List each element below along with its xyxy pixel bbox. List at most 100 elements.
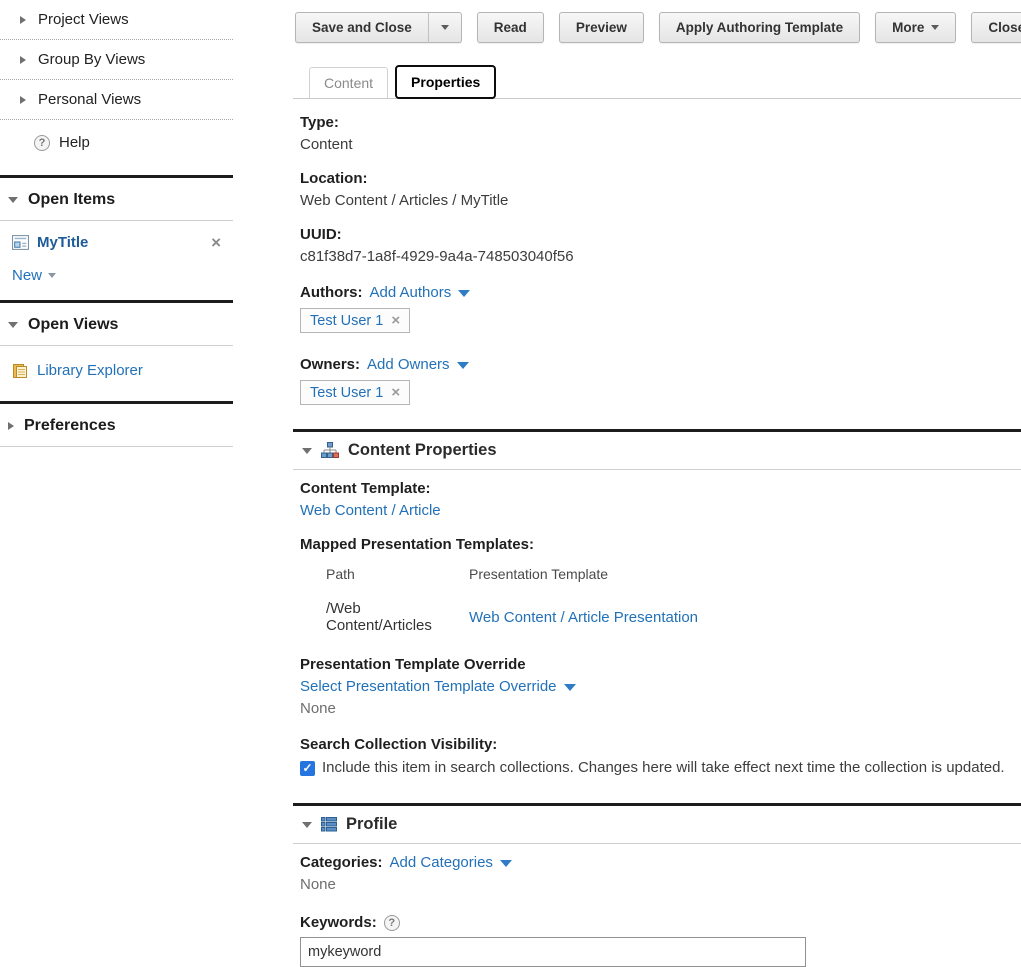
profile-list-icon <box>321 817 337 832</box>
divider <box>0 446 233 447</box>
sidebar-item-help[interactable]: ? Help <box>0 120 235 175</box>
mapped-templates-label: Mapped Presentation Templates: <box>300 534 1021 556</box>
tab-content[interactable]: Content <box>309 67 388 98</box>
table-row: /Web Content/Articles Web Content / Arti… <box>326 590 698 638</box>
mapped-templates-field: Mapped Presentation Templates: Path Pres… <box>300 534 1021 638</box>
sidebar: Project Views Group By Views Personal Vi… <box>0 0 235 923</box>
override-value: None <box>300 698 1021 720</box>
preview-button[interactable]: Preview <box>559 12 644 43</box>
section-title: Open Views <box>28 316 118 334</box>
author-chip: Test User 1 × <box>300 308 410 333</box>
author-chip-label: Test User 1 <box>310 313 383 329</box>
save-and-close-split-button: Save and Close <box>295 12 462 43</box>
item-status-dropdown[interactable]: New <box>0 257 235 300</box>
preferences-section-header[interactable]: Preferences <box>0 404 235 446</box>
column-header-path: Path <box>326 562 469 590</box>
location-label: Location: <box>300 168 1021 190</box>
sidebar-item-project-views[interactable]: Project Views <box>0 0 235 39</box>
add-categories-link[interactable]: Add Categories <box>390 852 493 874</box>
sidebar-item-personal-views[interactable]: Personal Views <box>0 80 235 119</box>
add-owners-link[interactable]: Add Owners <box>367 354 450 376</box>
type-value: Content <box>300 134 1021 156</box>
search-visibility-checkbox[interactable]: ✓ <box>300 761 315 776</box>
more-button[interactable]: More <box>875 12 956 43</box>
search-visibility-text: Include this item in search collections.… <box>322 756 1005 780</box>
location-field: Location: Web Content / Articles / MyTit… <box>300 168 1021 212</box>
chevron-down-icon[interactable] <box>500 860 512 867</box>
sidebar-item-label: Personal Views <box>38 91 141 108</box>
tab-properties[interactable]: Properties <box>395 65 496 99</box>
search-visibility-field: Search Collection Visibility: ✓ Include … <box>300 734 1021 780</box>
content-properties-section-header: Content Properties <box>300 432 1021 469</box>
section-title: Open Items <box>28 191 115 209</box>
collapse-section-icon[interactable] <box>302 822 312 828</box>
presentation-template-override-field: Presentation Template Override Select Pr… <box>300 654 1021 720</box>
column-header-presentation-template: Presentation Template <box>469 562 698 590</box>
select-override-link[interactable]: Select Presentation Template Override <box>300 676 557 698</box>
main-panel: Save and Close Read Preview Apply Author… <box>293 0 1021 923</box>
sidebar-item-label: Project Views <box>38 11 129 28</box>
library-icon <box>12 363 28 379</box>
content-template-link[interactable]: Web Content / Article <box>300 502 441 519</box>
toolbar: Save and Close Read Preview Apply Author… <box>295 12 1021 43</box>
profile-section-body: Categories: Add Categories None Keywords… <box>300 844 1021 967</box>
uuid-value: c81f38d7-1a8f-4929-9a4a-748503040f56 <box>300 246 1021 268</box>
categories-label: Categories: <box>300 852 383 874</box>
library-explorer-link: Library Explorer <box>37 362 143 379</box>
presentation-template-link[interactable]: Web Content / Article Presentation <box>469 609 698 626</box>
chevron-down-icon <box>48 273 56 278</box>
override-label: Presentation Template Override <box>300 654 1021 676</box>
keywords-input[interactable] <box>300 937 806 967</box>
read-button[interactable]: Read <box>477 12 544 43</box>
open-view-library-explorer[interactable]: Library Explorer <box>0 346 235 401</box>
close-item-icon[interactable]: × <box>211 236 221 250</box>
section-title: Profile <box>346 815 397 834</box>
path-cell: /Web Content/Articles <box>326 590 469 638</box>
owners-label: Owners: <box>300 354 360 376</box>
chevron-down-icon[interactable] <box>458 290 470 297</box>
section-title: Preferences <box>24 417 116 435</box>
properties-panel: Type: Content Location: Web Content / Ar… <box>293 99 1021 967</box>
open-items-section-header[interactable]: Open Items <box>0 178 235 220</box>
more-button-label: More <box>892 20 924 35</box>
uuid-field: UUID: c81f38d7-1a8f-4929-9a4a-748503040f… <box>300 224 1021 268</box>
help-icon[interactable]: ? <box>384 915 400 931</box>
collapse-section-icon[interactable] <box>302 448 312 454</box>
mapped-templates-table: Path Presentation Template /Web Content/… <box>326 562 698 638</box>
content-template-field: Content Template: Web Content / Article <box>300 478 1021 522</box>
chevron-right-icon <box>20 16 26 24</box>
remove-author-icon[interactable]: × <box>391 312 400 329</box>
save-and-close-dropdown-button[interactable] <box>428 12 462 43</box>
open-views-section-header[interactable]: Open Views <box>0 303 235 345</box>
apply-authoring-template-button[interactable]: Apply Authoring Template <box>659 12 860 43</box>
owner-chip: Test User 1 × <box>300 380 410 405</box>
type-label: Type: <box>300 112 1021 134</box>
chevron-down-icon[interactable] <box>457 362 469 369</box>
help-icon: ? <box>34 135 50 151</box>
sidebar-item-group-by-views[interactable]: Group By Views <box>0 40 235 79</box>
save-and-close-button[interactable]: Save and Close <box>295 12 428 43</box>
content-properties-section-body: Content Template: Web Content / Article … <box>300 470 1021 780</box>
close-button[interactable]: Close <box>971 12 1021 43</box>
help-label: Help <box>59 134 90 151</box>
owner-chip-label: Test User 1 <box>310 385 383 401</box>
section-title: Content Properties <box>348 441 497 460</box>
table-header-row: Path Presentation Template <box>326 562 698 590</box>
location-value: Web Content / Articles / MyTitle <box>300 190 1021 212</box>
type-field: Type: Content <box>300 112 1021 156</box>
chevron-right-icon <box>20 96 26 104</box>
sitemap-icon <box>321 442 339 459</box>
chevron-down-icon <box>8 322 18 328</box>
chevron-down-icon <box>8 197 18 203</box>
add-authors-link[interactable]: Add Authors <box>370 282 452 304</box>
uuid-label: UUID: <box>300 224 1021 246</box>
search-visibility-label: Search Collection Visibility: <box>300 734 1021 756</box>
chevron-down-icon[interactable] <box>564 684 576 691</box>
chevron-right-icon <box>20 56 26 64</box>
open-item-row: MyTitle × <box>0 221 235 257</box>
remove-owner-icon[interactable]: × <box>391 384 400 401</box>
content-item-icon <box>12 234 29 251</box>
owners-field: Owners: Add Owners Test User 1 × <box>300 354 1021 405</box>
open-item-mytitle-link[interactable]: MyTitle <box>37 234 88 251</box>
authors-label: Authors: <box>300 282 363 304</box>
